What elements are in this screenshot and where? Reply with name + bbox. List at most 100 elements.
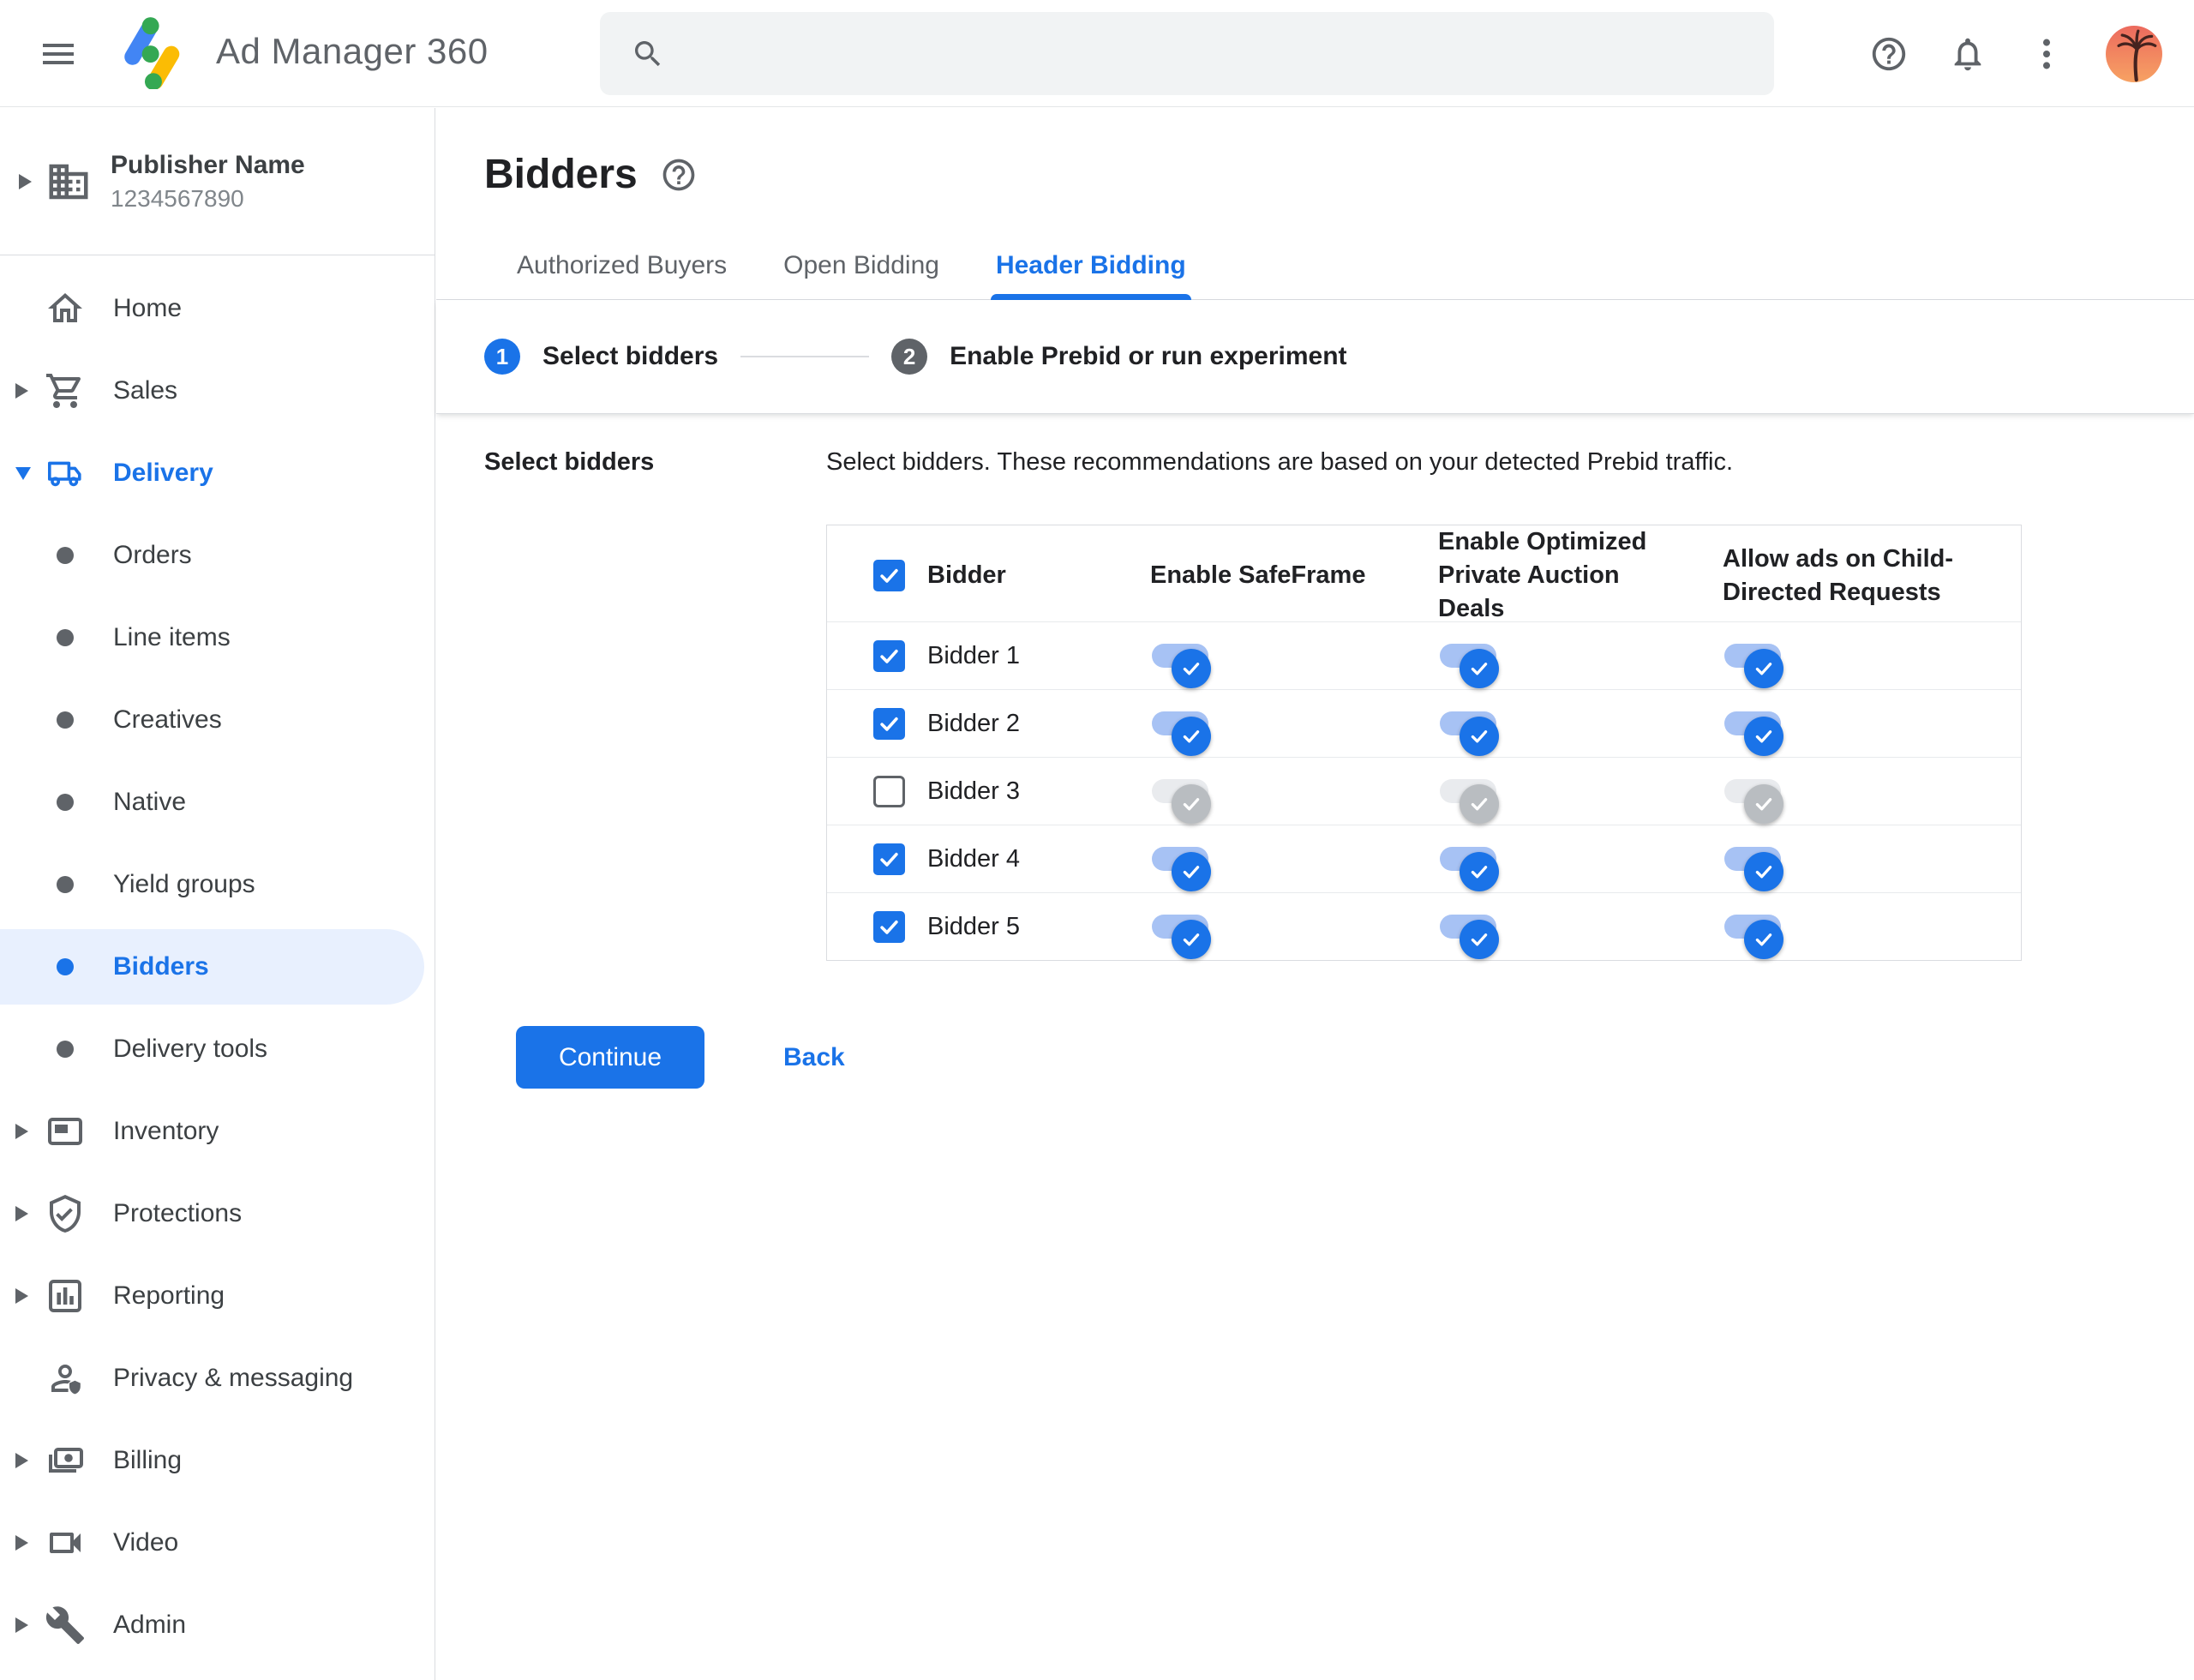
table-row-bidder-4: Bidder 4 [827, 825, 2021, 892]
row-checkbox[interactable] [873, 707, 905, 740]
chevron-right-icon [15, 1617, 28, 1633]
row-checkbox[interactable] [873, 910, 905, 943]
sidebar-item-creatives[interactable]: Creatives [0, 679, 435, 761]
tab-open-bidding[interactable]: Open Bidding [783, 251, 939, 299]
tab-header-bidding[interactable]: Header Bidding [990, 251, 1191, 300]
sidebar-item-bidders[interactable]: Bidders [0, 926, 435, 1008]
bar-chart-icon [45, 1275, 86, 1317]
sidebar-item-line-items[interactable]: Line items [0, 597, 435, 679]
help-icon[interactable] [1869, 34, 1909, 74]
bidder-name: Bidder 3 [927, 777, 1021, 805]
chevron-right-icon [15, 1535, 28, 1551]
video-camera-icon [45, 1522, 86, 1563]
top-app-bar: Ad Manager 360 [0, 0, 2194, 107]
page-title: Bidders [484, 152, 638, 197]
ad-unit-window-icon [45, 1111, 86, 1152]
bullet-icon [45, 946, 86, 987]
column-header-bidder: Bidder [927, 561, 1006, 590]
chevron-right-icon [19, 173, 32, 189]
money-icon [45, 1440, 86, 1481]
column-header-safeframe: Enable SafeFrame [1150, 561, 1366, 590]
column-header-optimized-deals: Enable Optimized Private Auction Deals [1438, 528, 1647, 623]
sidebar-item-yield-groups[interactable]: Yield groups [0, 843, 435, 926]
chevron-right-icon [15, 1288, 28, 1304]
menu-icon[interactable] [38, 33, 79, 75]
sidebar-item-delivery[interactable]: Delivery [0, 432, 435, 514]
chevron-down-icon [15, 466, 31, 480]
avatar[interactable] [2106, 25, 2162, 82]
app-title: Ad Manager 360 [216, 31, 489, 71]
step-select-bidders: 1 Select bidders [484, 339, 718, 375]
topbar-actions [1869, 0, 2162, 107]
search-input[interactable] [686, 39, 1774, 69]
bullet-icon [45, 782, 86, 823]
person-shield-icon [45, 1358, 86, 1399]
chevron-right-icon [15, 383, 28, 399]
sidebar-item-billing[interactable]: Billing [0, 1419, 435, 1502]
table-row-bidder-5: Bidder 5 [827, 892, 2021, 960]
building-icon [45, 159, 92, 205]
home-icon [45, 288, 86, 329]
section-label: Select bidders [484, 448, 655, 476]
ad-manager-logo-icon [118, 17, 190, 89]
sidebar-item-sales[interactable]: Sales [0, 350, 435, 432]
more-options-kebab-icon[interactable] [2027, 34, 2066, 74]
bidders-table: Bidder Enable SafeFrame Enable Optimized… [826, 525, 2022, 961]
notifications-bell-icon[interactable] [1948, 34, 1987, 74]
sidebar-item-delivery-tools[interactable]: Delivery tools [0, 1008, 435, 1090]
truck-icon [45, 453, 86, 494]
page-help-icon[interactable] [660, 156, 698, 194]
table-row-bidder-2: Bidder 2 [827, 689, 2021, 757]
column-header-child-directed: Allow ads on Child-Directed Requests [1723, 544, 1954, 606]
sidebar-item-protections[interactable]: Protections [0, 1173, 435, 1255]
step-number-badge: 1 [484, 339, 520, 375]
step-connector-line [740, 356, 870, 357]
publisher-switcher[interactable]: Publisher Name 1234567890 [0, 108, 435, 255]
select-all-checkbox[interactable] [873, 560, 905, 592]
chevron-right-icon [15, 1453, 28, 1468]
sidebar-item-native[interactable]: Native [0, 761, 435, 843]
tab-authorized-buyers[interactable]: Authorized Buyers [517, 251, 727, 299]
bullet-icon [45, 699, 86, 741]
sidebar-item-admin[interactable]: Admin [0, 1584, 435, 1666]
table-row-bidder-1: Bidder 1 [827, 621, 2021, 689]
sidebar-item-home[interactable]: Home [0, 267, 435, 350]
cart-icon [45, 370, 86, 411]
back-link[interactable]: Back [783, 1043, 845, 1072]
shield-check-icon [45, 1193, 86, 1234]
sidebar-nav: Home Sales Delivery Orders Line items Cr… [0, 255, 435, 1666]
tab-bar: Authorized Buyers Open Bidding Header Bi… [436, 251, 2194, 300]
publisher-name: Publisher Name [111, 150, 305, 179]
row-checkbox[interactable] [873, 843, 905, 875]
table-row-bidder-3: Bidder 3 [827, 757, 2021, 825]
sidebar: Publisher Name 1234567890 Home Sales Del… [0, 108, 435, 1680]
sidebar-item-reporting[interactable]: Reporting [0, 1255, 435, 1337]
sidebar-item-video[interactable]: Video [0, 1502, 435, 1584]
sidebar-item-inventory[interactable]: Inventory [0, 1090, 435, 1173]
step-enable-prebid: 2 Enable Prebid or run experiment [891, 339, 1347, 375]
bullet-icon [45, 864, 86, 905]
bidder-name: Bidder 1 [927, 641, 1021, 669]
section-description: Select bidders. These recommendations ar… [826, 448, 1734, 476]
bullet-icon [45, 535, 86, 576]
row-checkbox[interactable] [873, 639, 905, 672]
main-content: Bidders Authorized Buyers Open Bidding H… [436, 108, 2194, 1680]
bidder-name: Bidder 4 [927, 844, 1021, 873]
search-bar[interactable] [600, 12, 1774, 95]
stepper: 1 Select bidders 2 Enable Prebid or run … [436, 300, 2194, 414]
bidder-name: Bidder 5 [927, 912, 1021, 940]
sidebar-item-orders[interactable]: Orders [0, 514, 435, 597]
table-header-row: Bidder Enable SafeFrame Enable Optimized… [827, 525, 2021, 622]
select-bidders-section: Select bidders Select bidders. These rec… [436, 414, 2194, 1089]
bullet-icon [45, 617, 86, 658]
wrench-icon [45, 1605, 86, 1646]
sidebar-item-privacy-messaging[interactable]: Privacy & messaging [0, 1337, 435, 1419]
palm-tree-avatar-image [2106, 26, 2162, 82]
continue-button[interactable]: Continue [516, 1026, 704, 1089]
chevron-right-icon [15, 1206, 28, 1221]
row-checkbox[interactable] [873, 775, 905, 807]
publisher-id: 1234567890 [111, 184, 244, 212]
chevron-right-icon [15, 1124, 28, 1139]
search-icon [631, 37, 665, 71]
bullet-icon [45, 1029, 86, 1070]
